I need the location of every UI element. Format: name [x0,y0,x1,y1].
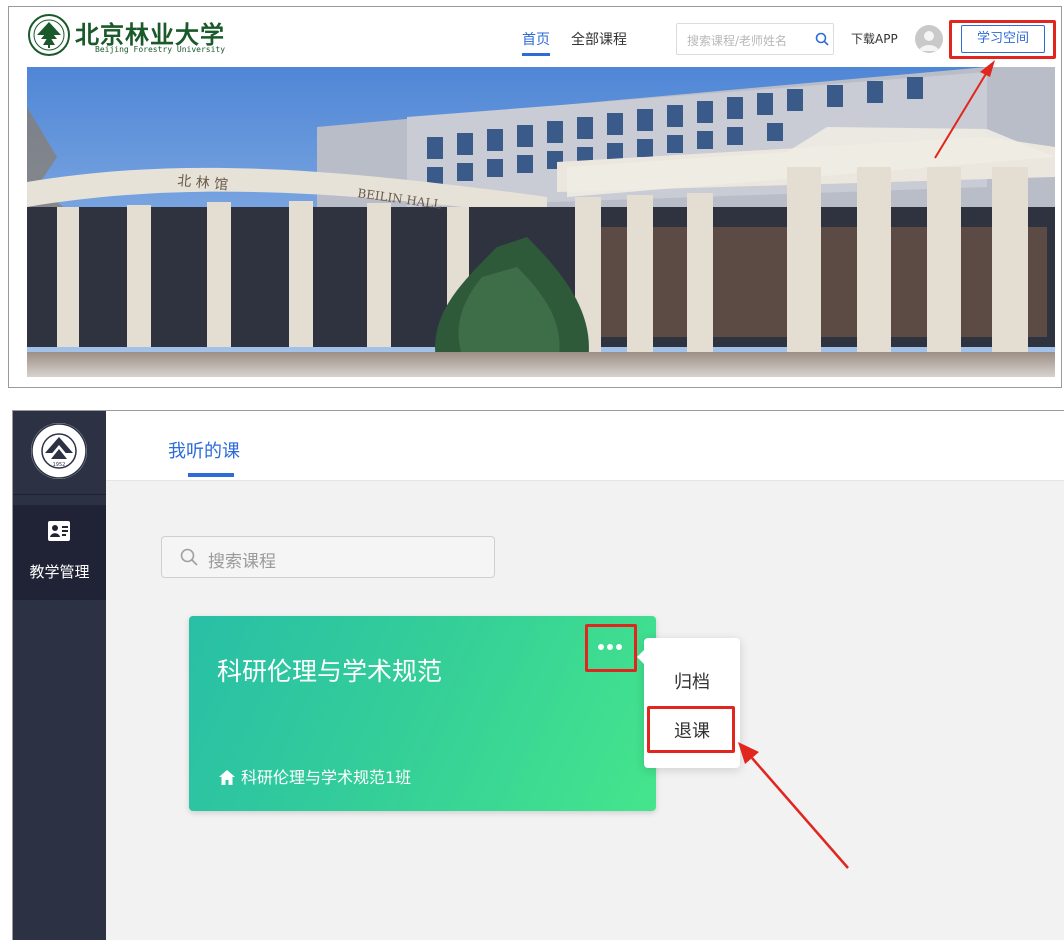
menu-pointer [637,650,644,664]
user-avatar-icon [919,31,939,51]
university-emblem-icon [28,14,70,56]
nav-active-indicator [522,53,550,56]
university-logo[interactable]: 北京林业大学 Beijing Forestry University [27,13,225,63]
course-class-name: 科研伦理与学术规范1班 [241,768,412,787]
sidebar-item-teaching-management[interactable]: 教学管理 [13,505,106,600]
seal-year: 1952 [53,462,66,468]
more-options-icon[interactable] [593,638,627,656]
nav-all-courses[interactable]: 全部课程 [571,29,627,49]
campus-banner-image: 北 林 馆 BEILIN HALL [27,67,1055,377]
search-icon[interactable] [815,32,829,46]
home-icon [219,770,235,785]
sidebar: 1952 教学管理 [13,411,106,940]
header-search-placeholder: 搜索课程/老师姓名 [687,34,788,48]
tab-active-indicator [188,473,234,477]
study-space-button[interactable]: 学习空间 [961,25,1045,53]
tab-bar: 我听的课 [106,411,1064,481]
nav-home[interactable]: 首页 [522,29,550,49]
avatar[interactable] [915,25,943,53]
course-search-input[interactable]: 搜索课程 [161,536,495,578]
teaching-dashboard-panel: 1952 教学管理 我听的课 搜索课程 科研伦理与学术规范 科研伦理与学术规范1… [12,410,1064,940]
header-search-input[interactable]: 搜索课程/老师姓名 [676,23,834,55]
tab-my-courses[interactable]: 我听的课 [168,437,240,463]
site-header: 北京林业大学 Beijing Forestry University 首页 全部… [9,7,1061,67]
university-name-en: Beijing Forestry University [95,45,226,54]
sidebar-item-label: 教学管理 [29,563,90,581]
menu-item-drop-course[interactable]: 退课 [644,717,740,743]
sidebar-divider [13,494,106,495]
teaching-icon [48,521,70,541]
university-seal-icon[interactable]: 1952 [27,419,91,483]
course-class-label: 科研伦理与学术规范1班 [219,764,411,788]
search-icon [180,548,198,566]
course-options-menu: 归档 退课 [637,638,740,768]
course-search-placeholder: 搜索课程 [208,552,276,572]
course-title[interactable]: 科研伦理与学术规范 [217,652,442,688]
course-card[interactable]: 科研伦理与学术规范 科研伦理与学术规范1班 [189,616,656,811]
website-screenshot-panel: 北京林业大学 Beijing Forestry University 首页 全部… [8,6,1062,388]
download-app-link[interactable]: 下载APP [851,30,898,47]
menu-item-archive[interactable]: 归档 [644,668,740,694]
